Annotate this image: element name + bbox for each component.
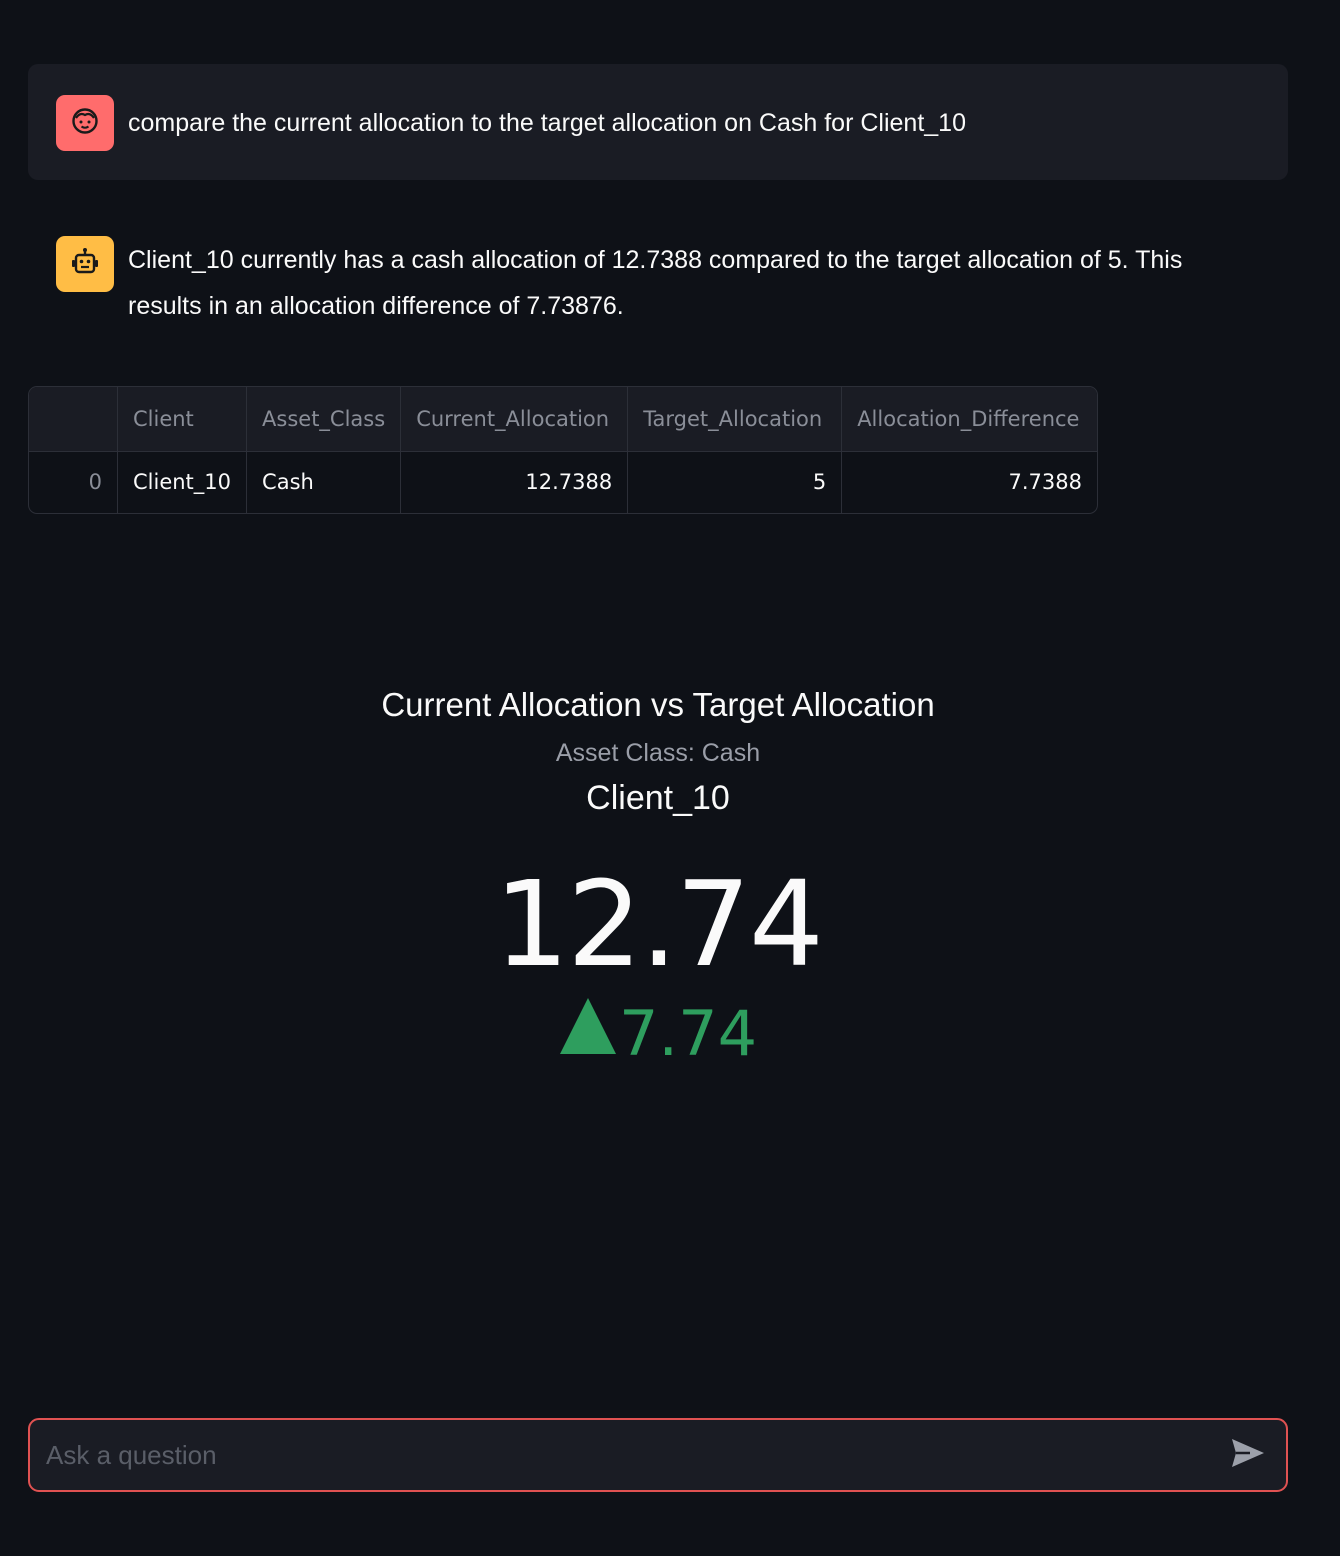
column-header-allocation-difference[interactable]: Allocation_Difference: [841, 387, 1097, 452]
row-index-cell[interactable]: 0: [29, 451, 118, 513]
user-message-text: compare the current allocation to the ta…: [128, 109, 966, 137]
metric-delta: 7.74: [559, 996, 757, 1071]
allocation-metric: Current Allocation vs Target Allocation …: [0, 680, 1316, 1071]
table-header-row: Client Asset_Class Current_Allocation Ta…: [29, 387, 1097, 452]
column-header-current-allocation[interactable]: Current_Allocation: [400, 387, 629, 452]
column-header-asset-class[interactable]: Asset_Class: [246, 387, 402, 452]
allocation-difference-cell[interactable]: 7.7388: [842, 451, 1097, 513]
metric-subtitle: Asset Class: Cash: [555, 739, 761, 767]
metric-value: 12.74: [494, 855, 824, 993]
allocation-table[interactable]: Client Asset_Class Current_Allocation Ta…: [28, 386, 1098, 514]
table-row: 0 Client_10 Cash 12.7388 5 7.7388: [29, 451, 1097, 513]
assistant-message: Client_10 currently has a cash allocatio…: [28, 236, 1288, 329]
client-cell[interactable]: Client_10: [117, 451, 248, 513]
user-face-icon: [70, 106, 100, 141]
robot-icon: [69, 246, 101, 283]
current-allocation-cell[interactable]: 12.7388: [400, 451, 629, 513]
triangle-up-icon: [559, 996, 617, 1071]
column-header-target-allocation[interactable]: Target_Allocation: [627, 387, 843, 452]
assistant-message-text: Client_10 currently has a cash allocatio…: [128, 246, 1183, 320]
user-avatar: [56, 95, 114, 151]
chat-input[interactable]: [30, 1419, 1224, 1491]
chat-input-container: [28, 1418, 1288, 1492]
chat-page: compare the current allocation to the ta…: [0, 0, 1340, 1556]
user-message: compare the current allocation to the ta…: [28, 64, 1288, 180]
assistant-avatar: [56, 236, 114, 292]
metric-label: Client_10: [586, 779, 730, 817]
asset-class-cell[interactable]: Cash: [246, 451, 402, 513]
column-header-client[interactable]: Client: [117, 387, 248, 452]
send-button[interactable]: [1224, 1431, 1272, 1479]
target-allocation-cell[interactable]: 5: [627, 451, 843, 513]
metric-delta-value: 7.74: [618, 996, 758, 1070]
metric-title: Current Allocation vs Target Allocation: [381, 686, 935, 723]
send-icon: [1230, 1437, 1266, 1474]
column-header-index[interactable]: [29, 387, 118, 452]
metric-delta-row: 7.74: [0, 988, 1316, 1071]
